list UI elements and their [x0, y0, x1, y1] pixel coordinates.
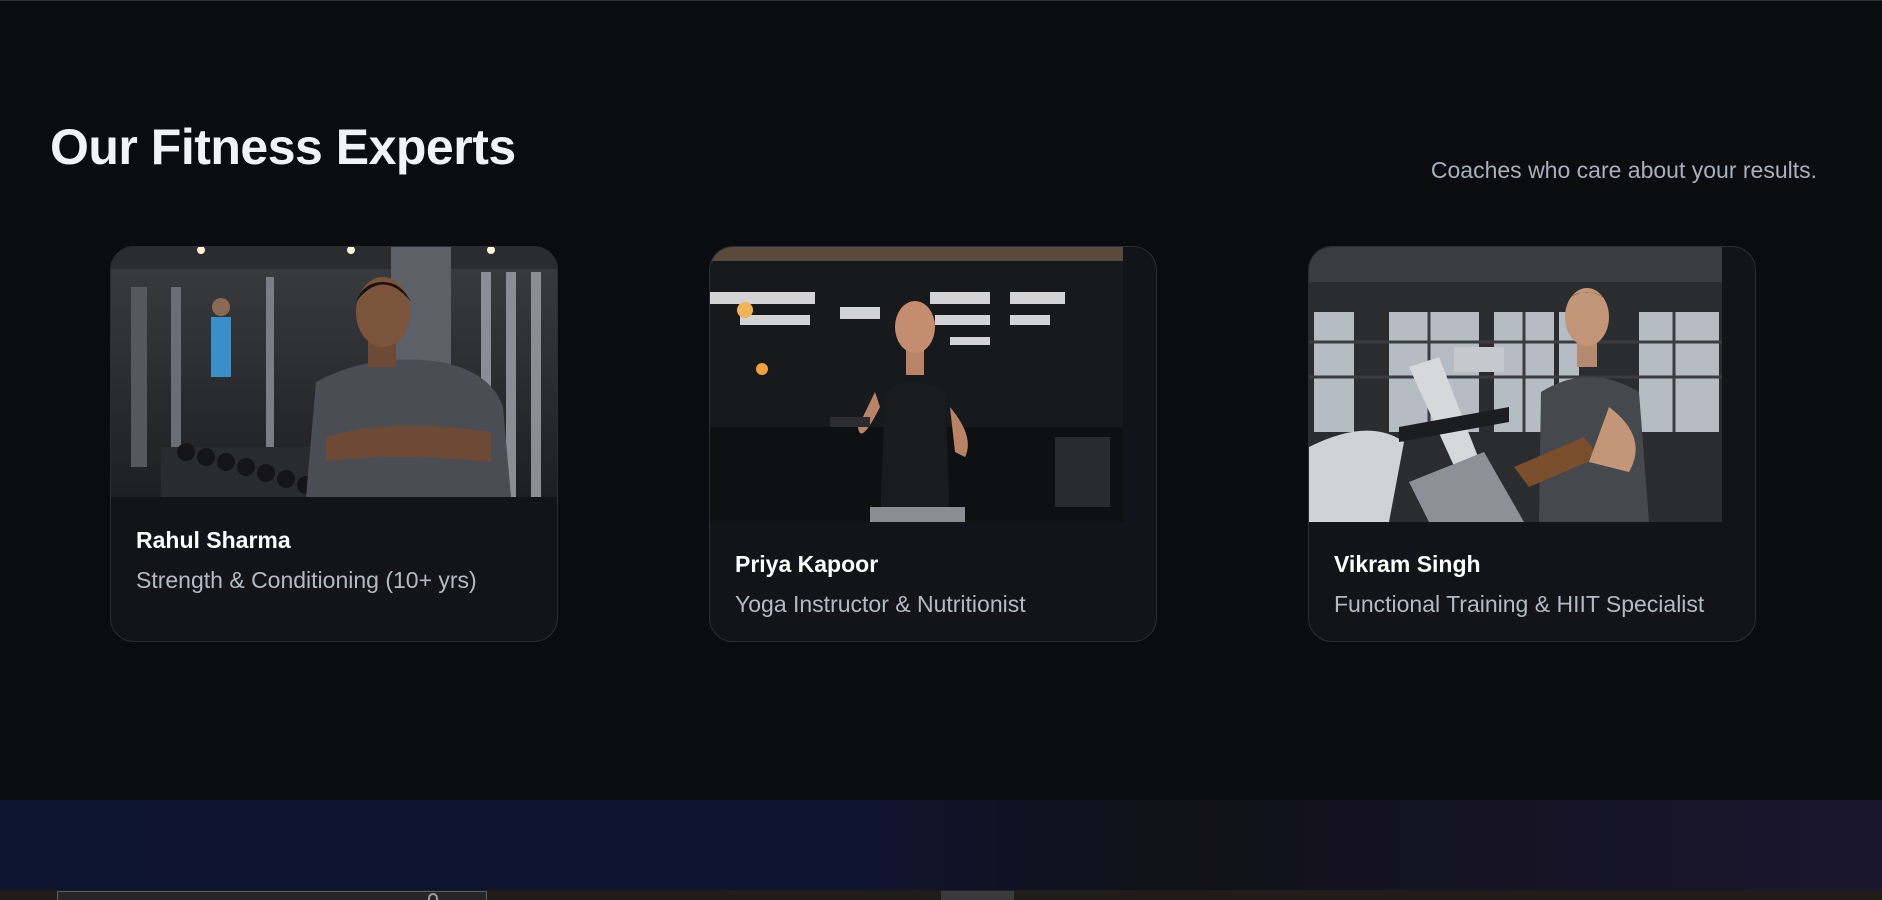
partial-thumbnail	[941, 891, 1014, 900]
coach-photo	[111, 247, 557, 497]
section-subtitle: Coaches who care about your results.	[1430, 157, 1817, 183]
coach-role: Functional Training & HIIT Specialist	[1334, 591, 1705, 617]
section-title: Our Fitness Experts	[50, 119, 516, 175]
coach-role: Yoga Instructor & Nutritionist	[735, 591, 1026, 617]
coach-card-priya-kapoor[interactable]: Priya Kapoor Yoga Instructor & Nutrition…	[709, 246, 1157, 642]
gym-trainer-photo-image	[111, 247, 557, 497]
yoga-instructor-photo-image	[710, 247, 1123, 522]
coach-card-rahul-sharma[interactable]: Rahul Sharma Strength & Conditioning (10…	[110, 246, 558, 642]
next-section-banner	[0, 800, 1882, 900]
coach-name: Vikram Singh	[1334, 551, 1481, 577]
coach-name: Rahul Sharma	[136, 527, 291, 553]
search-icon	[428, 893, 438, 900]
coach-name: Priya Kapoor	[735, 551, 879, 577]
partial-search-input[interactable]	[57, 891, 487, 900]
coach-card-vikram-singh[interactable]: Vikram Singh Functional Training & HIIT …	[1308, 246, 1756, 642]
coach-photo	[1309, 247, 1722, 522]
functional-trainer-photo-image	[1309, 247, 1722, 522]
top-divider	[0, 0, 1882, 1]
coach-role: Strength & Conditioning (10+ yrs)	[136, 567, 477, 593]
coach-photo	[710, 247, 1123, 522]
